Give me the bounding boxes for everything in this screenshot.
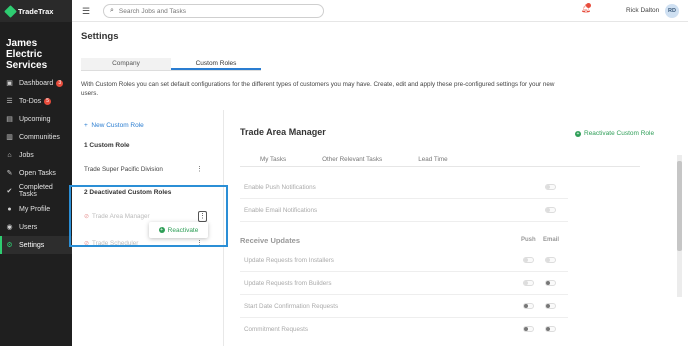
reactivate-role-button[interactable]: + Reactivate Custom Role (575, 130, 654, 137)
sidebar-item-my-profile[interactable]: ● My Profile (0, 200, 72, 218)
push-toggle[interactable] (523, 280, 534, 286)
email-column-header: Email (543, 237, 560, 243)
logo-text: TradeTrax (18, 6, 54, 16)
page-description: With Custom Roles you can set default co… (81, 81, 555, 97)
push-toggle[interactable] (523, 257, 534, 263)
sidebar-item-upcoming[interactable]: ▤ Upcoming (0, 110, 72, 128)
scrollbar-thumb[interactable] (677, 161, 682, 251)
setting-label: Enable Email Notifications (244, 207, 318, 214)
sidebar-item-todos[interactable]: ☰ To-Dos 5 (0, 92, 72, 110)
calendar-icon: ▤ (6, 116, 13, 123)
setting-label: Update Requests from Builders (244, 280, 332, 287)
kebab-icon[interactable]: ⋮ (196, 165, 203, 173)
tab-company[interactable]: Company (81, 58, 171, 70)
main-content: Settings Company Custom Roles With Custo… (72, 22, 688, 346)
divider (240, 198, 568, 199)
home-icon: ⌂ (7, 151, 12, 159)
push-toggle[interactable] (523, 303, 534, 309)
divider (240, 271, 568, 272)
sidebar-item-completed-tasks[interactable]: ✔ Completed Tasks (0, 182, 72, 200)
wrench-icon: ✎ (6, 170, 13, 177)
kebab-menu-icon[interactable]: ⋮ (198, 211, 207, 222)
reactivate-menu-item[interactable]: + Reactivate (149, 222, 208, 238)
sidebar-item-dashboard[interactable]: ▣ Dashboard 3 (0, 74, 72, 92)
email-toggle[interactable] (545, 280, 556, 286)
setting-label: Commitment Requests (244, 326, 309, 333)
push-notifications-toggle[interactable] (545, 184, 556, 190)
role-detail-panel: Trade Area Manager + Reactivate Custom Ro… (225, 110, 688, 346)
divider (240, 294, 568, 295)
receive-updates-header: Receive Updates (240, 236, 301, 245)
vertical-scrollbar[interactable] (677, 155, 682, 297)
role-item[interactable]: Trade Super Pacific Division ⋮ (72, 161, 220, 177)
menu-icon[interactable]: ☰ (82, 6, 90, 17)
sidebar-item-communities[interactable]: ▥ Communities (0, 128, 72, 146)
detail-tabs: My Tasks Other Relevant Tasks Lead Time (240, 154, 640, 167)
user-icon: ● (7, 205, 12, 213)
plus-circle-icon: + (158, 227, 165, 233)
users-icon: ◉ (6, 224, 13, 231)
sidebar-nav: ▣ Dashboard 3 ☰ To-Dos 5 ▤ Upcoming ▥ Communit… (0, 74, 72, 254)
email-notifications-toggle[interactable] (545, 207, 556, 213)
company-name: James Electric Services (6, 38, 48, 71)
tab-custom-roles[interactable]: Custom Roles (171, 58, 261, 70)
page-title: Settings (81, 31, 119, 42)
dashboard-icon: ▣ (6, 80, 13, 87)
logo[interactable]: TradeTrax (0, 0, 72, 22)
tab-my-tasks[interactable]: My Tasks (240, 154, 302, 166)
sidebar-item-users[interactable]: ◉ Users (0, 218, 72, 236)
user-name[interactable]: Rick Dalton (626, 7, 659, 14)
setting-label: Start Date Confirmation Requests (244, 303, 339, 310)
email-toggle[interactable] (545, 326, 556, 332)
divider (240, 221, 568, 222)
push-toggle[interactable] (523, 326, 534, 332)
avatar[interactable]: RD (665, 4, 679, 18)
tab-lead-time[interactable]: Lead Time (398, 154, 463, 166)
search-box[interactable]: ⌕ (103, 4, 324, 18)
email-toggle[interactable] (545, 257, 556, 263)
plus-circle-icon: + (575, 130, 581, 137)
sidebar: TradeTrax James Electric Services ▣ Dashb… (0, 0, 72, 346)
logo-icon (4, 4, 17, 18)
settings-tabs: Company Custom Roles (81, 58, 261, 71)
email-toggle[interactable] (545, 303, 556, 309)
setting-label: Update Requests from Installers (244, 257, 334, 264)
new-custom-role-button[interactable]: + New Custom Role (84, 122, 144, 129)
sidebar-item-settings[interactable]: ⚙ Settings (0, 236, 72, 254)
active-roles-header: 1 Custom Role (84, 142, 130, 149)
role-title: Trade Area Manager (240, 127, 326, 137)
sidebar-item-open-tasks[interactable]: ✎ Open Tasks (0, 164, 72, 182)
notification-dot (586, 3, 591, 8)
sidebar-item-jobs[interactable]: ⌂ Jobs (0, 146, 72, 164)
todo-icon: ☰ (6, 98, 13, 105)
topbar: ☰ ⌕ 🔔︎ Rick Dalton RD (72, 0, 688, 22)
notification-badge: 5 (44, 97, 52, 105)
notification-badge: 3 (56, 79, 64, 87)
building-icon: ▥ (6, 134, 13, 141)
divider (240, 317, 568, 318)
setting-label: Enable Push Notifications (244, 184, 316, 191)
push-column-header: Push (521, 237, 536, 243)
gear-icon: ⚙ (6, 242, 13, 249)
search-input[interactable] (118, 7, 323, 15)
check-icon: ✔ (6, 188, 13, 195)
search-icon: ⌕ (110, 7, 114, 14)
tab-other-relevant-tasks[interactable]: Other Relevant Tasks (302, 154, 398, 166)
